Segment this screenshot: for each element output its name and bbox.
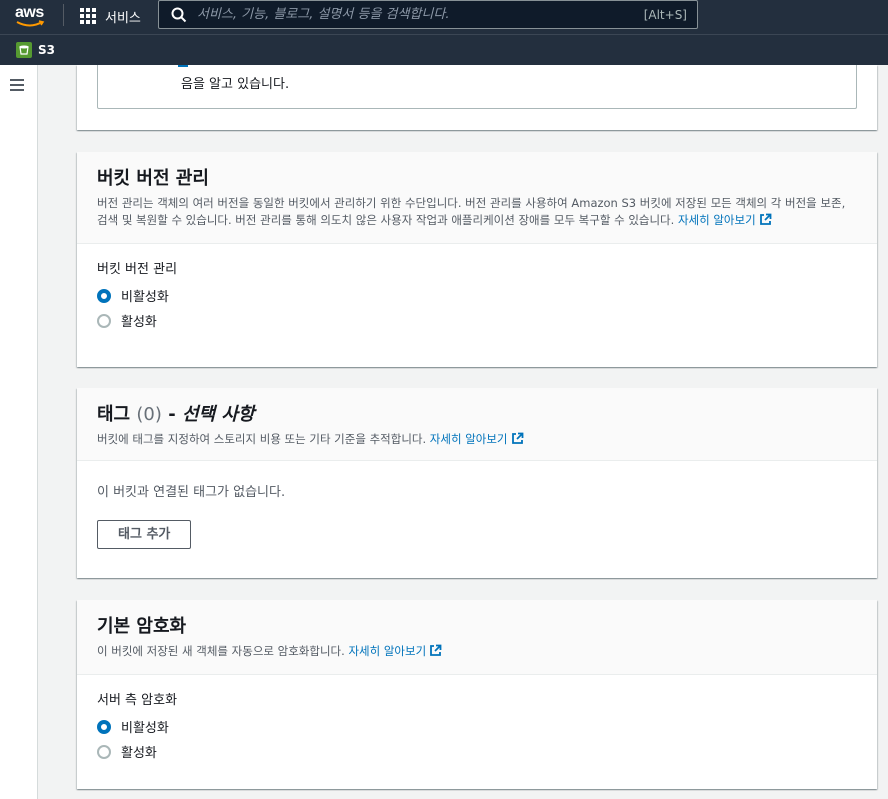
radio-selected-icon[interactable] bbox=[97, 719, 111, 734]
services-menu-button[interactable]: 서비스 bbox=[80, 6, 141, 26]
radio-unselected-icon[interactable] bbox=[97, 313, 111, 328]
s3-label: S3 bbox=[38, 43, 55, 57]
search-icon bbox=[171, 7, 187, 22]
versioning-field-label: 버킷 버전 관리 bbox=[97, 262, 178, 277]
info-box-text: 음을 알고 있습니다. bbox=[181, 77, 290, 92]
tags-title: 태그 (0) - 선택 사항 bbox=[97, 404, 857, 426]
encryption-description-text: 이 버킷에 저장된 새 객체를 자동으로 암호화합니다. bbox=[97, 644, 345, 658]
tags-body: 이 버킷과 연결된 태그가 없습니다. 태그 추가 bbox=[77, 461, 877, 567]
services-grid-icon bbox=[80, 8, 96, 24]
tags-optional-label: 선택 사항 bbox=[181, 404, 255, 425]
tags-count: (0) bbox=[136, 404, 162, 425]
add-tag-button[interactable]: 태그 추가 bbox=[97, 520, 192, 549]
encryption-learn-more-link[interactable]: 자세히 알아보기 bbox=[348, 644, 442, 658]
tags-empty-text: 이 버킷과 연결된 태그가 없습니다. bbox=[97, 485, 286, 500]
encryption-field-label: 서버 측 암호화 bbox=[97, 693, 178, 708]
info-box: 음을 알고 있습니다. bbox=[97, 65, 857, 109]
radio-label: 활성화 bbox=[121, 746, 157, 761]
object-ownership-panel: 음을 알고 있습니다. bbox=[77, 65, 877, 130]
versioning-title: 버킷 버전 관리 bbox=[97, 168, 209, 189]
tags-description: 버킷에 태그를 지정하여 스토리지 비용 또는 기타 기준을 추적합니다. 자세… bbox=[97, 431, 857, 448]
versioning-description: 버전 관리는 객체의 여러 버전을 동일한 버킷에서 관리하기 위한 수단입니다… bbox=[97, 195, 857, 229]
encryption-title: 기본 암호화 bbox=[97, 616, 187, 637]
radio-selected-icon[interactable] bbox=[97, 288, 111, 303]
tags-header: 태그 (0) - 선택 사항 버킷에 태그를 지정하여 스토리지 비용 또는 기… bbox=[77, 388, 877, 461]
services-label: 서비스 bbox=[105, 10, 141, 26]
tags-description-text: 버킷에 태그를 지정하여 스토리지 비용 또는 기타 기준을 추적합니다. bbox=[97, 432, 427, 446]
aws-logo[interactable]: aws bbox=[14, 4, 48, 30]
external-link-icon bbox=[759, 213, 772, 225]
encryption-body: 서버 측 암호화 비활성화 활성화 bbox=[77, 675, 877, 782]
versioning-body: 버킷 버전 관리 비활성화 활성화 bbox=[77, 244, 877, 351]
tags-learn-more-link[interactable]: 자세히 알아보기 bbox=[430, 432, 524, 446]
encryption-option-enable[interactable]: 활성화 bbox=[97, 739, 857, 764]
encryption-header: 기본 암호화 이 버킷에 저장된 새 객체를 자동으로 암호화합니다. 자세히 … bbox=[77, 600, 877, 675]
nav-divider bbox=[63, 4, 64, 26]
external-link-icon bbox=[430, 644, 442, 656]
versioning-learn-more-label: 자세히 알아보기 bbox=[677, 213, 756, 227]
tags-learn-more-label: 자세히 알아보기 bbox=[429, 432, 508, 446]
side-navigation-rail bbox=[0, 65, 38, 799]
tags-panel: 태그 (0) - 선택 사항 버킷에 태그를 지정하여 스토리지 비용 또는 기… bbox=[77, 388, 877, 578]
encryption-learn-more-label: 자세히 알아보기 bbox=[348, 644, 427, 658]
top-navigation-bar: aws 서비스 [Alt+S] bbox=[0, 0, 888, 34]
menu-hamburger-icon[interactable] bbox=[10, 79, 24, 91]
radio-unselected-icon[interactable] bbox=[97, 744, 111, 759]
bucket-versioning-panel: 버킷 버전 관리 버전 관리는 객체의 여러 버전을 동일한 버킷에서 관리하기… bbox=[77, 152, 877, 367]
tags-title-dash: - bbox=[168, 404, 176, 425]
versioning-option-disable[interactable]: 비활성화 bbox=[97, 283, 857, 308]
s3-shortcut[interactable]: S3 bbox=[16, 42, 55, 58]
versioning-learn-more-link[interactable]: 자세히 알아보기 bbox=[678, 213, 772, 227]
service-favorites-bar: S3 bbox=[0, 34, 888, 65]
aws-smile-icon bbox=[16, 20, 45, 27]
radio-label: 비활성화 bbox=[121, 290, 169, 305]
encryption-option-disable[interactable]: 비활성화 bbox=[97, 714, 857, 739]
radio-label: 활성화 bbox=[121, 315, 157, 330]
versioning-option-enable[interactable]: 활성화 bbox=[97, 308, 857, 333]
search-shortcut-hint: [Alt+S] bbox=[643, 7, 687, 22]
radio-label: 비활성화 bbox=[121, 721, 169, 736]
tags-title-text: 태그 bbox=[97, 404, 131, 425]
link-underline-fragment bbox=[178, 63, 188, 67]
search-input[interactable] bbox=[197, 7, 644, 22]
encryption-description: 이 버킷에 저장된 새 객체를 자동으로 암호화합니다. 자세히 알아보기 bbox=[97, 643, 857, 660]
default-encryption-panel: 기본 암호화 이 버킷에 저장된 새 객체를 자동으로 암호화합니다. 자세히 … bbox=[77, 600, 877, 789]
versioning-header: 버킷 버전 관리 버전 관리는 객체의 여러 버전을 동일한 버킷에서 관리하기… bbox=[77, 152, 877, 244]
external-link-icon bbox=[511, 432, 523, 444]
search-bar[interactable]: [Alt+S] bbox=[158, 0, 698, 29]
s3-bucket-icon bbox=[16, 42, 32, 58]
